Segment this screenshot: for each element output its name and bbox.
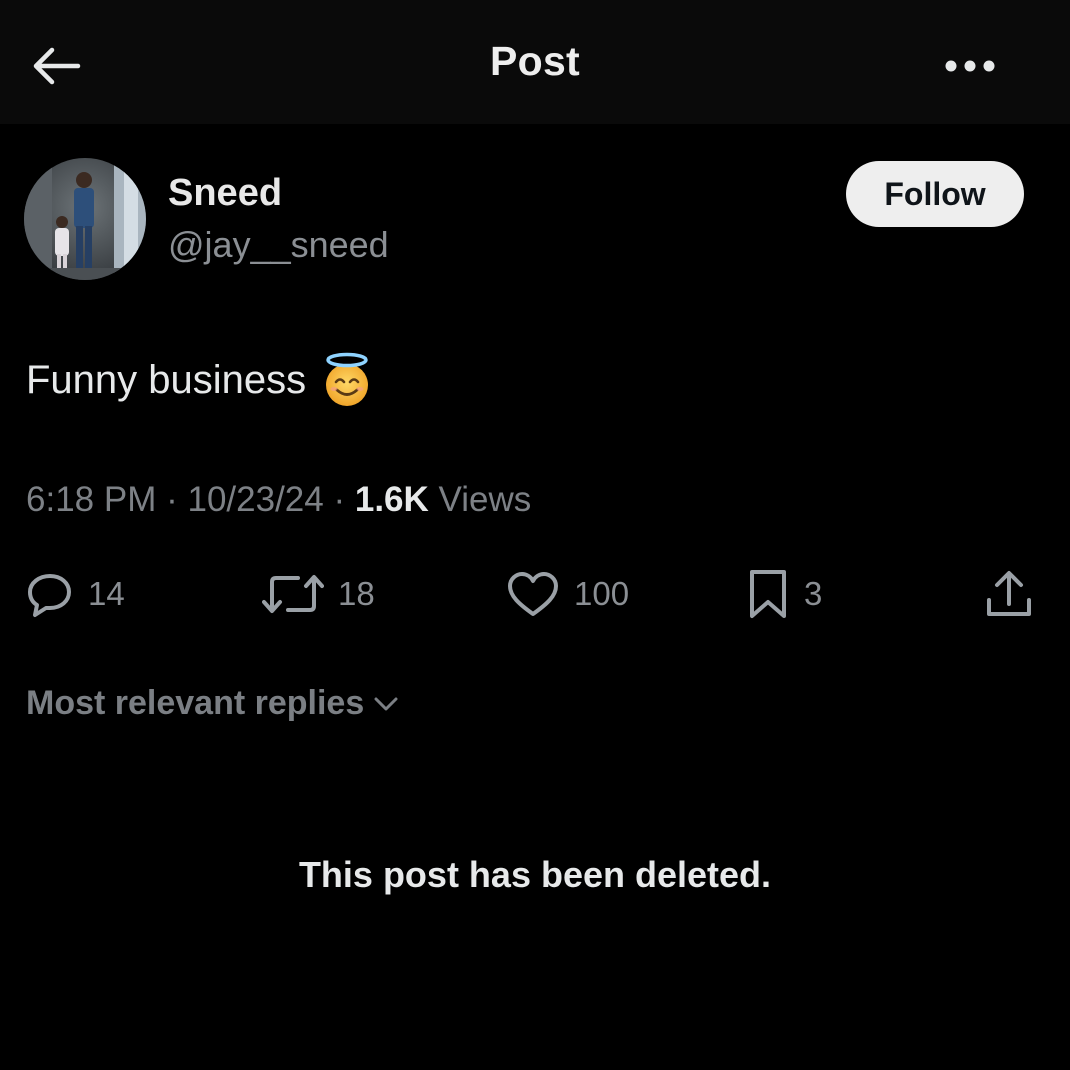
repost-count: 18: [338, 575, 375, 612]
bookmark-icon: [750, 570, 786, 618]
like-button[interactable]: 100: [506, 566, 629, 622]
follow-button[interactable]: Follow: [846, 161, 1024, 227]
reply-icon: [28, 574, 71, 617]
post-date: 10/23/24: [187, 480, 324, 519]
reply-count: 14: [88, 575, 125, 612]
post-metadata: 6:18 PM · 10/23/24 · 1.6K Views: [26, 480, 531, 520]
page-title: Post: [489, 38, 581, 84]
top-bar: Post: [0, 0, 1070, 124]
repost-button[interactable]: 18: [262, 566, 375, 622]
views-label: Views: [438, 480, 532, 519]
more-horizontal-icon: [945, 60, 995, 72]
author-display-name[interactable]: Sneed: [168, 172, 282, 215]
views-count: 1.6K: [354, 480, 429, 519]
meta-separator: ·: [333, 480, 346, 519]
bookmark-button[interactable]: 3: [746, 566, 822, 622]
share-icon: [987, 571, 1031, 616]
heart-icon: [508, 572, 558, 616]
smiling-face-with-halo-icon: [322, 352, 372, 408]
like-count: 100: [574, 575, 630, 612]
bookmark-count: 3: [804, 575, 823, 612]
meta-separator: ·: [166, 480, 178, 519]
avatar-image: [24, 158, 146, 280]
author-handle[interactable]: @jay__sneed: [168, 224, 389, 266]
reply-button[interactable]: 14: [26, 566, 125, 622]
post-text: Funny business: [26, 357, 307, 402]
share-button[interactable]: [984, 566, 1034, 622]
repost-icon: [262, 575, 324, 613]
more-options-button[interactable]: [940, 46, 1000, 86]
chevron-down-icon: [374, 697, 398, 710]
replies-sort-label: Most relevant replies: [26, 684, 365, 722]
replies-sort-dropdown[interactable]: Most relevant replies: [26, 684, 400, 723]
post-time: 6:18 PM: [26, 480, 157, 519]
post-body: Funny business: [26, 352, 372, 408]
avatar[interactable]: [24, 158, 146, 280]
deleted-post-notice: This post has been deleted.: [298, 854, 772, 895]
